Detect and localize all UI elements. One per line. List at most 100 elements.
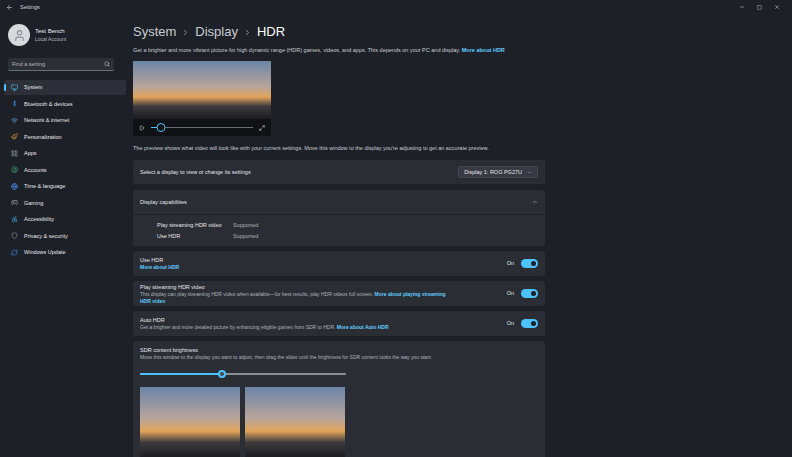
toggle-knob xyxy=(531,291,536,296)
toggle-knob xyxy=(531,261,536,266)
nav-icon xyxy=(11,216,18,223)
toggle-description: More about HDR xyxy=(140,264,457,271)
sidebar-item[interactable]: Accounts xyxy=(4,162,126,177)
breadcrumb: System Display HDR xyxy=(133,24,545,40)
nav-icon xyxy=(11,249,18,256)
capability-value: Supported xyxy=(233,221,258,229)
sdr-title: SDR content brightness xyxy=(140,346,538,354)
nav-icon xyxy=(11,84,18,91)
video-preview xyxy=(133,61,271,136)
chevron-right-icon xyxy=(181,28,190,37)
capability-value: Supported xyxy=(233,232,258,240)
sidebar-item[interactable]: Bluetooth & devices xyxy=(4,96,126,111)
sidebar: Test BenchLocal Account Find a setting Sys… xyxy=(0,14,130,457)
preview-note: The preview shows what video will look l… xyxy=(133,144,545,152)
sidebar-item[interactable]: Time & language xyxy=(4,179,126,194)
window-title: Settings xyxy=(20,3,40,11)
toggle-state: On xyxy=(507,289,514,297)
chevron-up-icon xyxy=(532,199,538,205)
nav-icon xyxy=(11,166,18,173)
display-select-card: Select a display to view or change its s… xyxy=(133,160,545,184)
breadcrumb-item[interactable]: System xyxy=(133,24,176,40)
maximize-icon[interactable] xyxy=(757,5,762,10)
chevron-down-icon xyxy=(527,170,532,175)
display-dropdown[interactable]: Display 1: ROG PG27U xyxy=(458,166,538,178)
toggle-state: On xyxy=(507,319,514,327)
nav-icon xyxy=(11,183,18,190)
sdr-preview-image xyxy=(140,387,240,457)
toggle-state: On xyxy=(507,259,514,267)
account-card[interactable]: Test BenchLocal Account xyxy=(8,24,130,46)
close-icon[interactable] xyxy=(774,4,780,10)
settings-window: Settings Test BenchLocal Account Find a se… xyxy=(0,0,792,457)
capabilities-list: Play streaming HDR videoSupportedUse HDR… xyxy=(133,214,545,246)
toggle-title: Auto HDR xyxy=(140,316,457,324)
sidebar-item[interactable]: Windows Update xyxy=(4,245,126,260)
sdr-comparison xyxy=(140,387,538,457)
capability-label: Play streaming HDR video xyxy=(157,221,233,229)
avatar xyxy=(8,24,30,46)
capabilities-header[interactable]: Display capabilities xyxy=(133,190,545,214)
sidebar-item[interactable]: Accessibility xyxy=(4,212,126,227)
sdr-description: Move this window to the display you want… xyxy=(140,354,538,361)
minimize-icon[interactable] xyxy=(739,4,745,10)
sidebar-item[interactable]: Privacy & security xyxy=(4,228,126,243)
sdr-brightness-card: SDR content brightnessMove this window t… xyxy=(133,341,545,457)
toggle-card: Play streaming HDR videoThis display can… xyxy=(133,281,545,306)
sidebar-label: System xyxy=(24,83,42,91)
capability-row: Use HDRSupported xyxy=(133,231,545,241)
toggle-knob xyxy=(531,321,536,326)
hdr-preview-image xyxy=(245,387,345,457)
main-content: System Display HDR Get a brighter and more … xyxy=(133,14,545,457)
sidebar-item[interactable]: Personalization xyxy=(4,129,126,144)
nav-icon xyxy=(11,133,18,140)
toggle-card: Use HDRMore about HDROn xyxy=(133,251,545,276)
sidebar-item[interactable]: Gaming xyxy=(4,195,126,210)
more-about-hdr-link[interactable]: More about HDR xyxy=(462,47,505,53)
selection-indicator xyxy=(4,84,6,91)
sdr-slider[interactable] xyxy=(140,373,346,375)
sidebar-item[interactable]: Network & internet xyxy=(4,113,126,128)
sidebar-label: Time & language xyxy=(24,182,65,190)
fullscreen-icon[interactable] xyxy=(259,125,265,131)
scrubber-thumb[interactable] xyxy=(157,123,166,132)
capability-row: Play streaming HDR videoSupported xyxy=(133,220,545,230)
video-controls xyxy=(133,119,271,136)
window-controls xyxy=(739,4,780,10)
chevron-right-icon xyxy=(243,28,252,37)
display-dropdown-value: Display 1: ROG PG27U xyxy=(464,168,522,176)
play-icon[interactable] xyxy=(139,125,145,131)
toggle-card: Auto HDRGet a brighter and more detailed… xyxy=(133,311,545,336)
search-placeholder: Find a setting xyxy=(12,60,104,68)
sidebar-label: Windows Update xyxy=(24,248,66,256)
search-field[interactable]: Find a setting xyxy=(8,58,114,71)
sidebar-label: Personalization xyxy=(24,133,62,141)
toggle-link[interactable]: More about HDR xyxy=(140,264,179,270)
toggle-switch[interactable] xyxy=(521,259,538,268)
sidebar-label: Gaming xyxy=(24,199,43,207)
nav-icon xyxy=(11,117,18,124)
toggle-switch[interactable] xyxy=(521,289,538,298)
sidebar-label: Network & internet xyxy=(24,116,69,124)
video-scrubber[interactable] xyxy=(151,127,253,128)
sdr-slider-thumb[interactable] xyxy=(218,370,226,378)
toggle-switch[interactable] xyxy=(521,319,538,328)
breadcrumb-item[interactable]: Display xyxy=(195,24,238,40)
toggle-description: Get a brighter and more detailed picture… xyxy=(140,324,457,331)
nav-list: System Bluetooth & devices Network & inter… xyxy=(0,79,130,261)
breadcrumb-item: HDR xyxy=(257,24,285,40)
nav-icon xyxy=(11,232,18,239)
title-bar: Settings xyxy=(0,0,792,14)
display-select-label: Select a display to view or change its s… xyxy=(140,168,458,176)
search-icon xyxy=(104,61,110,67)
sidebar-label: Apps xyxy=(24,149,37,157)
sidebar-item[interactable]: Apps xyxy=(4,146,126,161)
sidebar-label: Accounts xyxy=(24,166,47,174)
sidebar-label: Privacy & security xyxy=(24,232,68,240)
toggle-link[interactable]: More about Auto HDR xyxy=(337,324,389,330)
toggle-link[interactable]: More about playing streaming HDR video xyxy=(140,291,446,304)
video-frame xyxy=(133,61,271,119)
capability-label: Use HDR xyxy=(157,232,233,240)
sidebar-item[interactable]: System xyxy=(4,80,126,95)
back-arrow-icon[interactable] xyxy=(6,4,13,11)
